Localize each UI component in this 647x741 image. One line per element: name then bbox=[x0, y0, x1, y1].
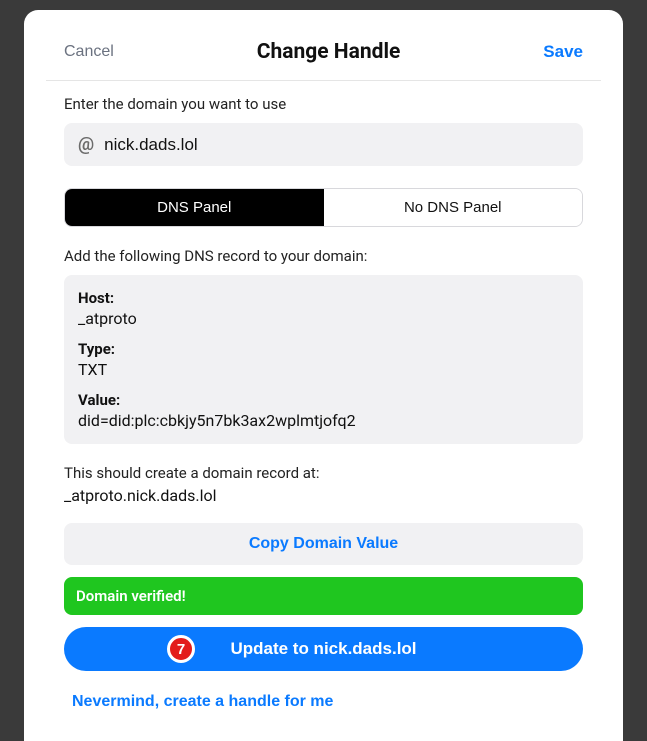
dns-tabs: DNS Panel No DNS Panel bbox=[64, 188, 583, 227]
save-button[interactable]: Save bbox=[543, 42, 583, 62]
dns-host-value: _atproto bbox=[78, 309, 569, 328]
dns-value-label: Value: bbox=[78, 391, 569, 409]
dns-value-row: Value: did=did:plc:cbkjy5n7bk3ax2wplmtjo… bbox=[78, 391, 569, 430]
nevermind-link[interactable]: Nevermind, create a handle for me bbox=[64, 689, 341, 715]
dns-record-box: Host: _atproto Type: TXT Value: did=did:… bbox=[64, 275, 583, 444]
record-location: _atproto.nick.dads.lol bbox=[64, 486, 583, 505]
copy-domain-value-button[interactable]: Copy Domain Value bbox=[64, 523, 583, 565]
update-button-label: Update to nick.dads.lol bbox=[230, 639, 416, 658]
change-handle-modal: Cancel Change Handle Save Enter the doma… bbox=[24, 10, 623, 741]
dns-type-value: TXT bbox=[78, 360, 569, 379]
dns-host-label: Host: bbox=[78, 289, 569, 307]
modal-header: Cancel Change Handle Save bbox=[46, 40, 601, 81]
at-icon: @ bbox=[78, 134, 94, 155]
dns-type-label: Type: bbox=[78, 340, 569, 358]
dns-instruction: Add the following DNS record to your dom… bbox=[64, 247, 583, 265]
dns-host-row: Host: _atproto bbox=[78, 289, 569, 328]
step-badge: 7 bbox=[167, 635, 195, 663]
tab-dns-panel[interactable]: DNS Panel bbox=[65, 189, 324, 226]
cancel-button[interactable]: Cancel bbox=[64, 43, 114, 61]
domain-input-container[interactable]: @ bbox=[64, 123, 583, 166]
domain-prompt: Enter the domain you want to use bbox=[64, 95, 583, 113]
update-handle-button[interactable]: 7 Update to nick.dads.lol bbox=[64, 627, 583, 671]
dns-type-row: Type: TXT bbox=[78, 340, 569, 379]
tab-no-dns-panel[interactable]: No DNS Panel bbox=[324, 189, 583, 226]
dns-value-value: did=did:plc:cbkjy5n7bk3ax2wplmtjofq2 bbox=[78, 411, 569, 430]
modal-title: Change Handle bbox=[257, 40, 401, 64]
domain-input[interactable] bbox=[104, 135, 569, 155]
record-note: This should create a domain record at: bbox=[64, 464, 583, 482]
domain-verified-banner: Domain verified! bbox=[64, 577, 583, 615]
